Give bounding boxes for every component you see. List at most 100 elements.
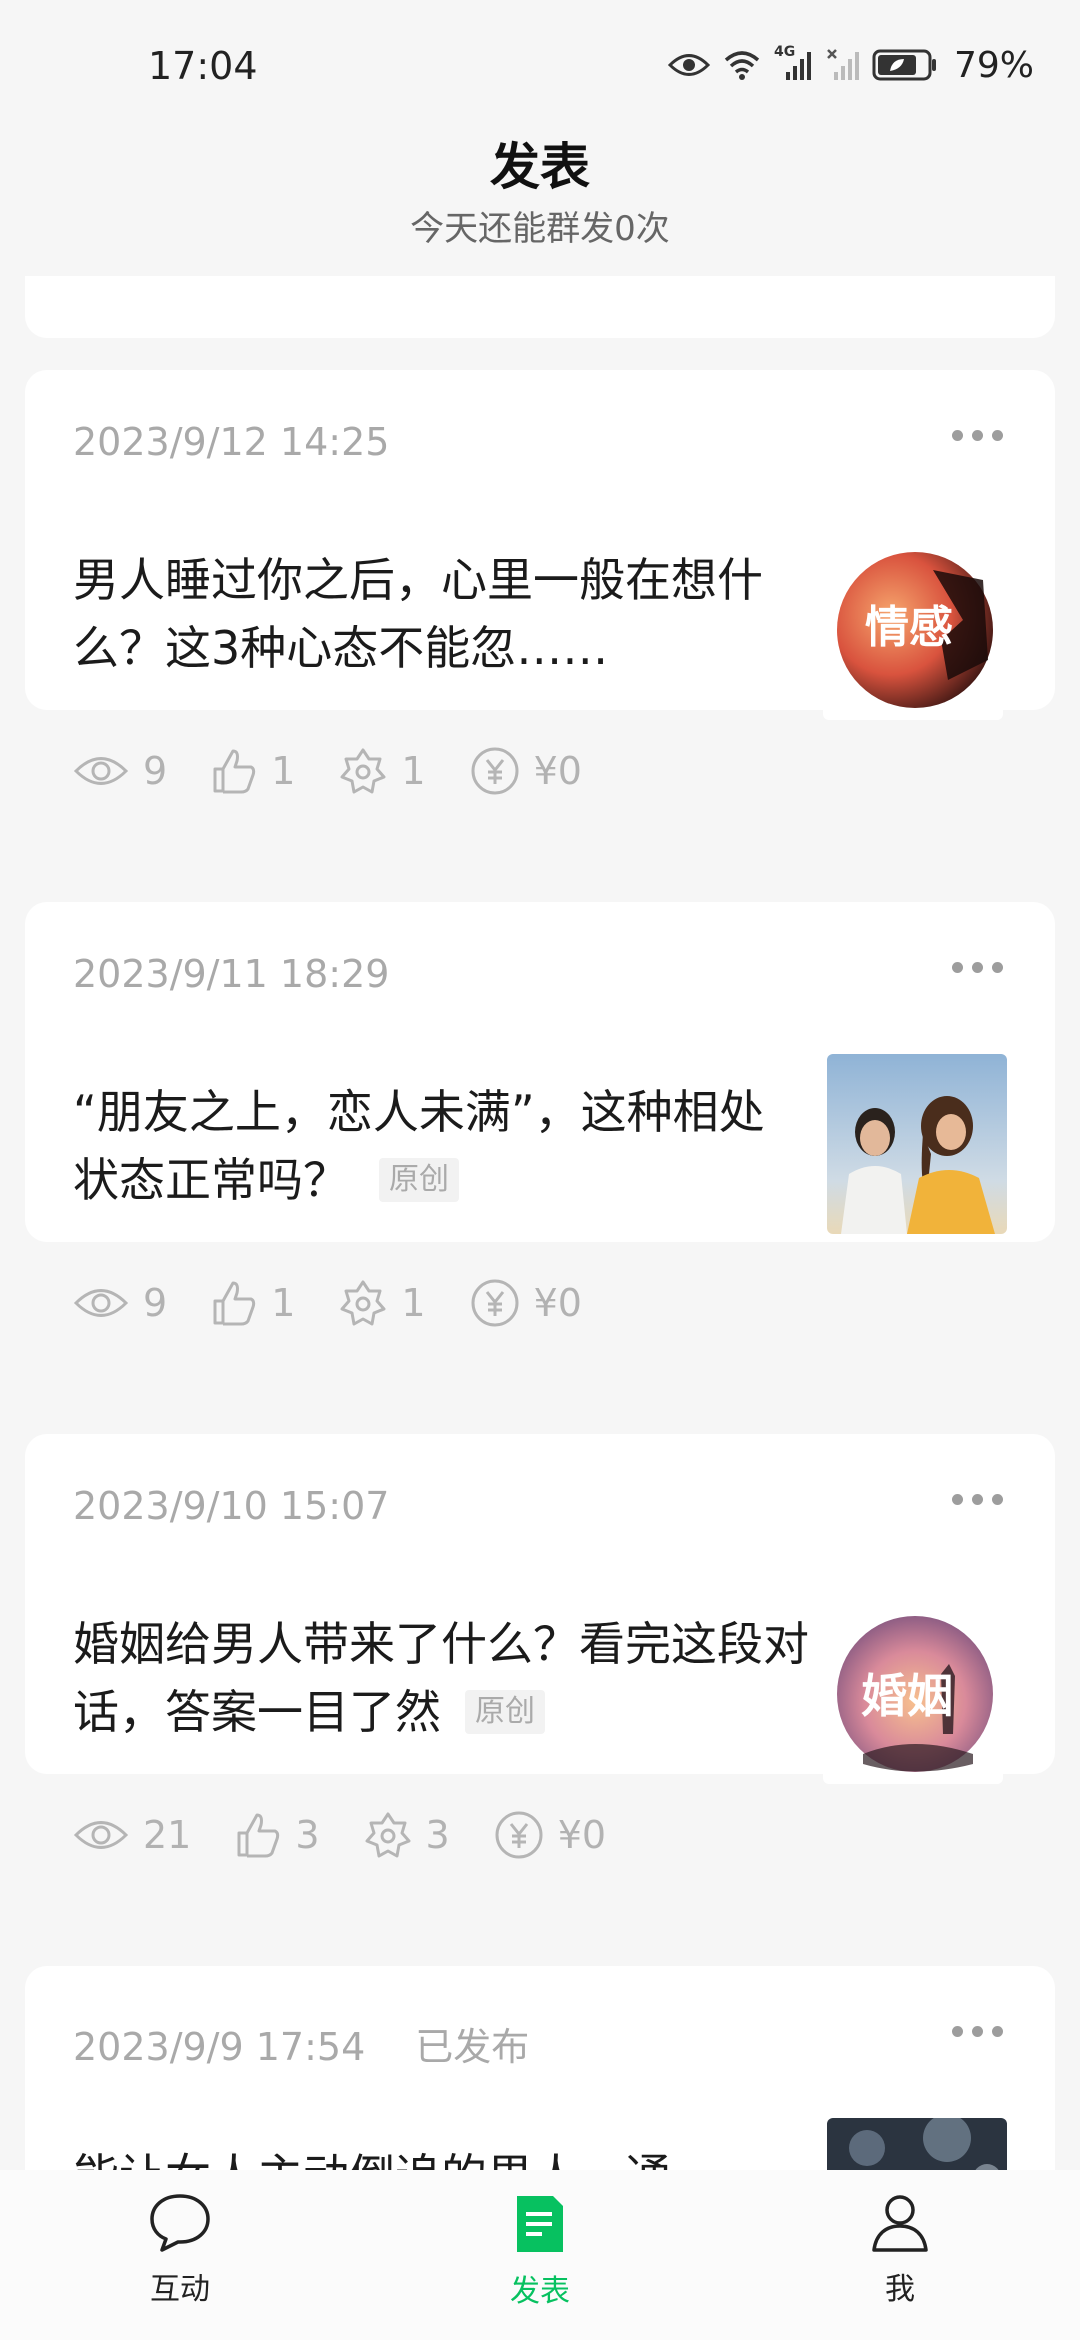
- status-time: 17:04: [148, 44, 258, 88]
- wifi-icon: [722, 48, 762, 82]
- post-card[interactable]: 2023/9/10 15:07 婚姻给男人带来了什么？看完这段对话，答案一目了然…: [25, 1434, 1055, 1859]
- reward-stat: ¥0: [470, 746, 582, 796]
- dot-icon: [952, 2026, 963, 2037]
- views-count: 9: [143, 749, 168, 793]
- post-date: 2023/9/9 17:54 已发布: [73, 2016, 529, 2071]
- views-count: 21: [143, 1813, 192, 1857]
- dot-icon: [992, 962, 1003, 973]
- dot-icon: [952, 962, 963, 973]
- yuan-coin-icon: [495, 1811, 543, 1859]
- likes-count: 1: [271, 1281, 296, 1325]
- yuan-coin-icon: [471, 1279, 519, 1327]
- signal-4g-icon: 4G: [774, 44, 814, 82]
- eye-icon: [73, 757, 129, 785]
- network-type: 4G: [773, 44, 796, 60]
- page-title: 发表: [490, 138, 590, 196]
- reward-stat: ¥0: [494, 1810, 606, 1860]
- nav-item-interaction[interactable]: 互动: [110, 2192, 250, 2308]
- post-title[interactable]: 男人睡过你之后，心里一般在想什么？这3种心态不能忽……: [73, 546, 793, 682]
- shares-count: 1: [401, 1281, 426, 1325]
- thumbs-up-icon: [213, 1281, 256, 1326]
- views-count: 9: [143, 1281, 168, 1325]
- post-date: 2023/9/11 18:29: [73, 952, 390, 996]
- reward-amount: ¥0: [533, 1281, 582, 1325]
- post-stats: 21 3 3 ¥0: [73, 1810, 650, 1860]
- post-title[interactable]: 婚姻给男人带来了什么？看完这段对话，答案一目了然 原创: [73, 1610, 813, 1746]
- shares-count: 3: [425, 1813, 450, 1857]
- dot-icon: [972, 1494, 983, 1505]
- post-date: 2023/9/12 14:25: [73, 420, 390, 464]
- post-date: 2023/9/10 15:07: [73, 1484, 390, 1528]
- reward-amount: ¥0: [533, 749, 582, 793]
- views-stat: 21: [73, 1813, 191, 1857]
- post-date-text: 2023/9/9 17:54: [73, 2025, 366, 2069]
- thumb-text: 婚姻: [861, 1669, 953, 1723]
- dot-icon: [992, 2026, 1003, 2037]
- post-card[interactable]: 2023/9/12 14:25 男人睡过你之后，心里一般在想什么？这3种心态不能…: [25, 370, 1055, 795]
- post-card-partial[interactable]: [25, 276, 1055, 338]
- battery-percent: 79%: [953, 44, 1034, 86]
- eye-comfort-icon: [667, 52, 710, 78]
- more-options-button[interactable]: [952, 430, 1003, 441]
- post-stats: 9 1 1 ¥0: [73, 1278, 626, 1328]
- page-subtitle: 今天还能群发0次: [410, 209, 670, 249]
- document-icon: [517, 2196, 563, 2252]
- shares-stat: 1: [339, 747, 426, 795]
- person-icon: [872, 2195, 928, 2252]
- post-list[interactable]: 2023/9/12 14:25 男人睡过你之后，心里一般在想什么？这3种心态不能…: [0, 276, 1080, 2170]
- share-star-icon: [340, 748, 386, 794]
- battery-icon: [872, 49, 938, 81]
- post-stats: 9 1 1 ¥0: [73, 746, 626, 796]
- dot-icon: [972, 2026, 983, 2037]
- nav-label: 发表: [510, 2274, 570, 2309]
- post-title-text: 能让女人主动倒追的男人，通: [73, 2149, 671, 2170]
- likes-stat: 3: [235, 1811, 320, 1859]
- original-tag: 原创: [465, 1689, 545, 1734]
- dot-icon: [992, 430, 1003, 441]
- likes-stat: 1: [211, 1279, 295, 1327]
- original-tag: 原创: [379, 1157, 459, 1202]
- status-bar: 17:04 4G 79%: [0, 0, 1080, 130]
- thumbs-up-icon: [213, 749, 256, 794]
- dot-icon: [972, 962, 983, 973]
- post-card[interactable]: 2023/9/9 17:54 已发布 能让女人主动倒追的男人，通: [25, 1966, 1055, 2170]
- views-stat: 9: [73, 1281, 167, 1325]
- post-thumbnail[interactable]: 情感: [823, 540, 1003, 720]
- eye-icon: [73, 1289, 129, 1317]
- nav-label: 互动: [150, 2272, 210, 2307]
- share-star-icon: [365, 1812, 411, 1858]
- more-options-button[interactable]: [952, 2026, 1003, 2037]
- dot-icon: [952, 430, 963, 441]
- shares-stat: 1: [339, 1279, 426, 1327]
- reward-amount: ¥0: [557, 1813, 607, 1857]
- post-title[interactable]: “朋友之上，恋人未满”，这种相处状态正常吗？ 原创: [73, 1078, 773, 1214]
- post-thumbnail[interactable]: [827, 1054, 1007, 1234]
- likes-count: 1: [271, 749, 296, 793]
- thumb-text: 情感: [865, 602, 953, 653]
- thumbs-up-icon: [237, 1813, 280, 1858]
- more-options-button[interactable]: [952, 962, 1003, 973]
- chat-bubble-icon: [150, 2194, 210, 2252]
- shares-count: 1: [401, 749, 426, 793]
- more-options-button[interactable]: [952, 1494, 1003, 1505]
- likes-count: 3: [295, 1813, 320, 1857]
- views-stat: 9: [73, 749, 167, 793]
- post-title[interactable]: 能让女人主动倒追的男人，通: [73, 2142, 793, 2170]
- page-header: 发表 今天还能群发0次: [0, 132, 1080, 254]
- post-thumbnail[interactable]: 婚姻: [823, 1604, 1003, 1784]
- post-card[interactable]: 2023/9/11 18:29 “朋友之上，恋人未满”，这种相处状态正常吗？ 原创: [25, 902, 1055, 1327]
- nav-item-me[interactable]: 我: [830, 2192, 970, 2308]
- eye-icon: [73, 1821, 129, 1849]
- shares-stat: 3: [364, 1811, 450, 1859]
- post-thumbnail[interactable]: [827, 2118, 1007, 2170]
- share-star-icon: [340, 1280, 386, 1326]
- dot-icon: [952, 1494, 963, 1505]
- post-status: 已发布: [415, 2025, 530, 2069]
- yuan-coin-icon: [471, 747, 519, 795]
- nav-item-publish[interactable]: 发表: [470, 2192, 610, 2310]
- dot-icon: [992, 1494, 1003, 1505]
- signal-no-sim-icon: [826, 48, 860, 82]
- status-icons: 4G 79%: [667, 40, 1034, 90]
- post-title-text: 婚姻给男人带来了什么？看完这段对话，答案一目了然: [73, 1617, 809, 1739]
- bottom-nav: 互动 发表 我: [0, 2170, 1080, 2340]
